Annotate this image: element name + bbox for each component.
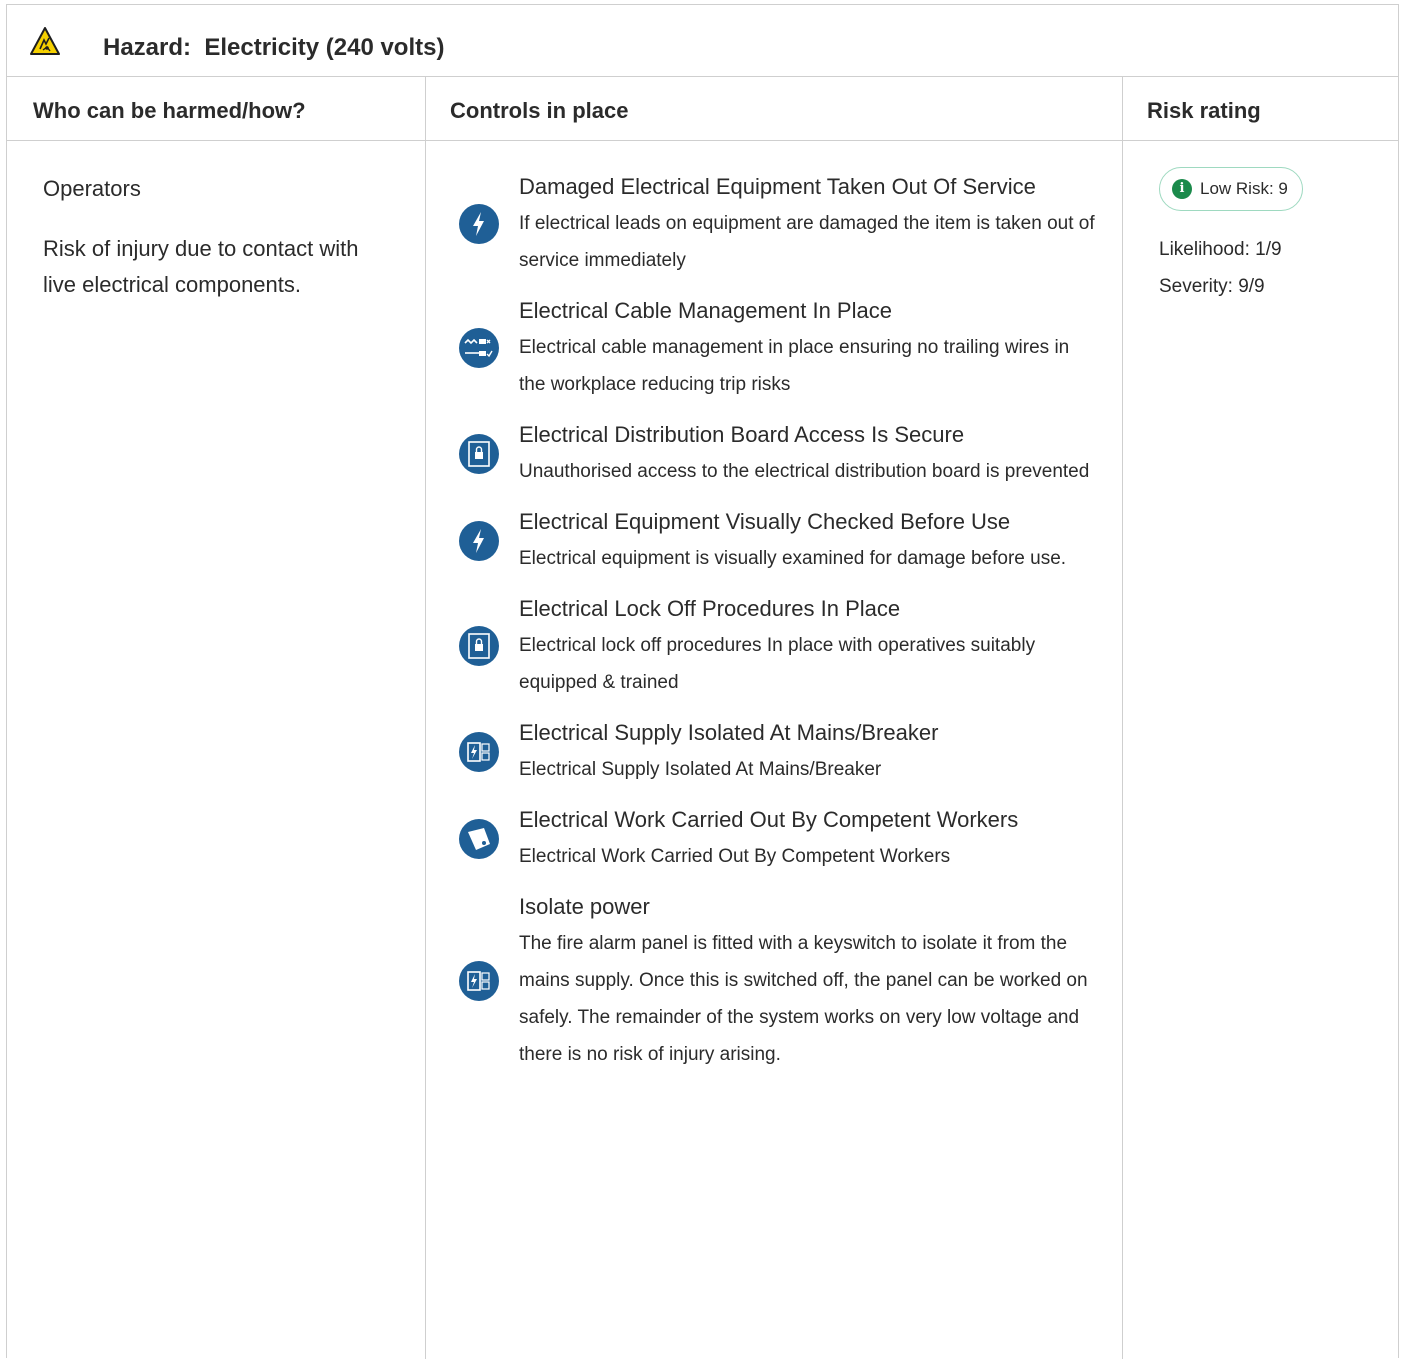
who-name: Operators xyxy=(43,176,141,201)
control-item: Isolate power The fire alarm panel is fi… xyxy=(457,889,1097,1073)
severity-value: Severity: 9/9 xyxy=(1159,276,1265,297)
control-item: Electrical Cable Management In Place Ele… xyxy=(457,293,1097,403)
control-description: Electrical Work Carried Out By Competent… xyxy=(519,846,951,867)
control-item: Electrical Equipment Visually Checked Be… xyxy=(457,504,1097,577)
risk-rating-badge[interactable]: i Low Risk: 9 xyxy=(1159,167,1303,211)
control-description: Electrical equipment is visually examine… xyxy=(519,548,1067,569)
cable-management-icon xyxy=(459,328,499,368)
control-item: Electrical Supply Isolated At Mains/Brea… xyxy=(457,715,1097,788)
column-header-risk: Risk rating xyxy=(1122,77,1399,141)
control-item: Damaged Electrical Equipment Taken Out O… xyxy=(457,169,1097,279)
isolation-switch-icon xyxy=(459,731,499,772)
control-title: Electrical Cable Management In Place xyxy=(519,298,892,323)
electric-shock-warning-icon xyxy=(30,27,60,55)
lightning-bolt-icon xyxy=(459,204,499,244)
control-title: Isolate power xyxy=(519,894,650,919)
info-icon: i xyxy=(1172,179,1192,199)
control-description: Electrical lock off procedures In place … xyxy=(519,635,1036,693)
who-description: Risk of injury due to contact with live … xyxy=(43,236,359,297)
risk-details: Likelihood: 1/9 Severity: 9/9 xyxy=(1159,231,1379,305)
likelihood-value: Likelihood: 1/9 xyxy=(1159,239,1282,260)
control-description: Unauthorised access to the electrical di… xyxy=(519,461,1090,482)
locked-cabinet-icon xyxy=(459,433,499,474)
control-title: Electrical Distribution Board Access Is … xyxy=(519,422,965,447)
control-description: Electrical Supply Isolated At Mains/Brea… xyxy=(519,759,882,780)
column-header-controls: Controls in place xyxy=(425,77,1122,141)
control-description: Electrical cable management in place ens… xyxy=(519,337,1070,395)
risk-rating-label: Low Risk: 9 xyxy=(1200,179,1288,198)
who-cell: Operators Risk of injury due to contact … xyxy=(43,171,383,303)
locked-cabinet-icon xyxy=(459,626,499,666)
controls-list: Damaged Electrical Equipment Taken Out O… xyxy=(457,169,1097,1087)
column-header-who-label: Who can be harmed/how? xyxy=(33,98,306,123)
column-divider xyxy=(1122,77,1123,1359)
lightning-bolt-icon xyxy=(459,520,499,561)
control-title: Electrical Lock Off Procedures In Place xyxy=(519,596,901,621)
control-title: Electrical Equipment Visually Checked Be… xyxy=(519,509,1011,534)
risk-cell: i Low Risk: 9 Likelihood: 1/9 Severity: … xyxy=(1159,167,1379,305)
control-title: Electrical Supply Isolated At Mains/Brea… xyxy=(519,720,939,745)
control-description: If electrical leads on equipment are dam… xyxy=(519,213,1095,271)
column-header-controls-label: Controls in place xyxy=(450,98,629,123)
risk-assessment-table: Hazard: Electricity (240 volts) Who can … xyxy=(6,4,1399,1359)
control-title: Electrical Work Carried Out By Competent… xyxy=(519,807,1019,832)
control-item: Electrical Work Carried Out By Competent… xyxy=(457,802,1097,875)
competent-worker-tag-icon xyxy=(459,818,499,859)
control-description: The fire alarm panel is fitted with a ke… xyxy=(519,933,1088,1065)
column-header-risk-label: Risk rating xyxy=(1147,98,1261,123)
hazard-header: Hazard: Electricity (240 volts) xyxy=(7,5,1398,77)
hazard-title: Hazard: Electricity (240 volts) xyxy=(103,34,445,61)
control-title: Damaged Electrical Equipment Taken Out O… xyxy=(519,174,1036,199)
column-divider xyxy=(425,77,426,1359)
control-item: Electrical Distribution Board Access Is … xyxy=(457,417,1097,490)
column-header-who: Who can be harmed/how? xyxy=(7,77,425,141)
isolation-switch-icon xyxy=(459,961,499,1001)
control-item: Electrical Lock Off Procedures In Place … xyxy=(457,591,1097,701)
